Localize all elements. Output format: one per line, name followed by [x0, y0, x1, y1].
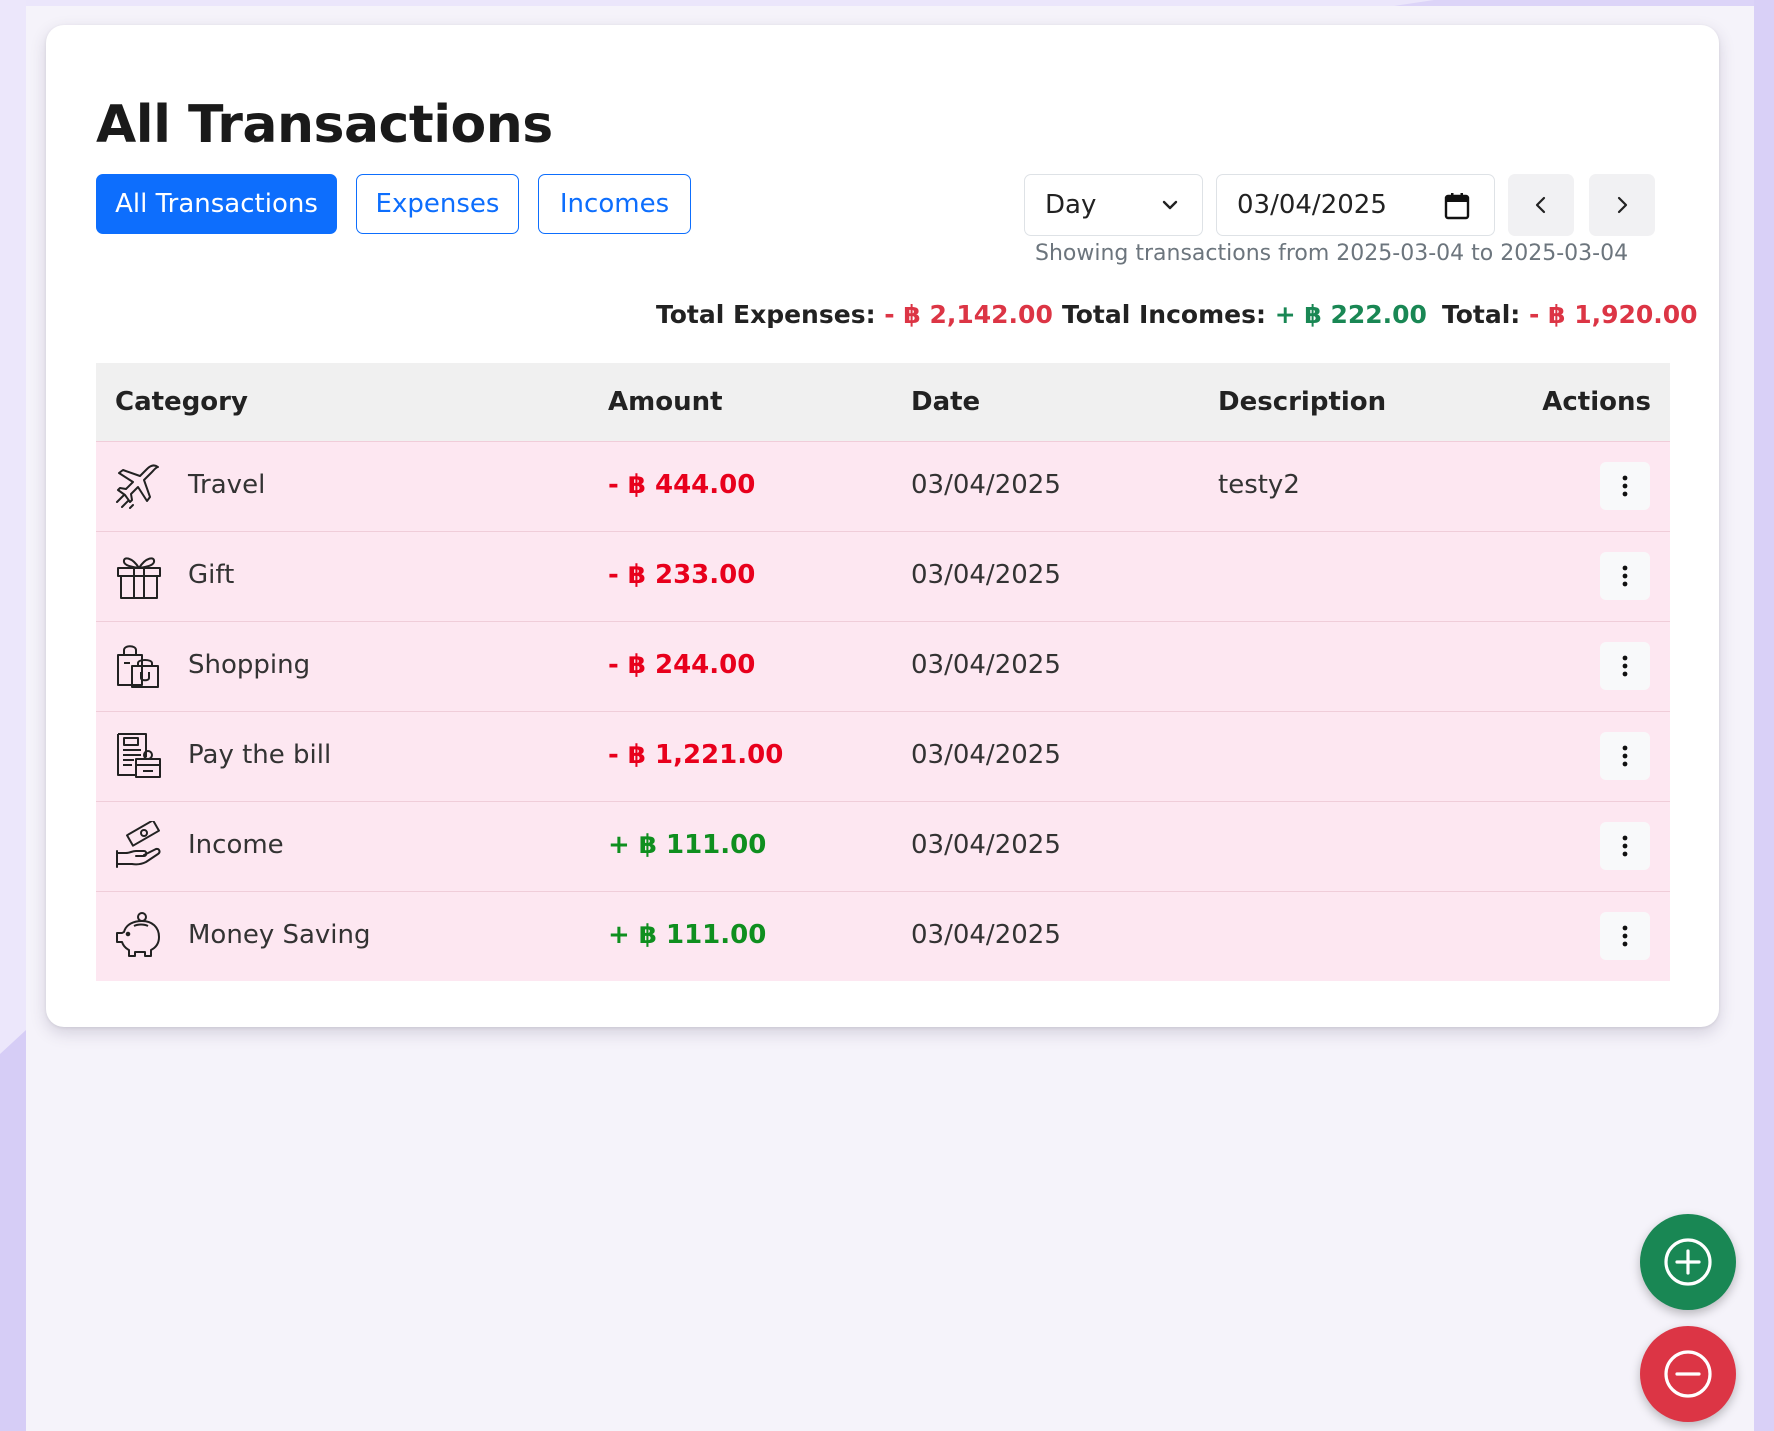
date-value: 03/04/2025	[911, 920, 1061, 950]
chevron-right-icon	[1617, 196, 1628, 214]
category-label: Travel	[188, 470, 266, 500]
background-right-band	[1754, 0, 1774, 1431]
total-expenses-label: Total Expenses:	[656, 300, 876, 329]
date-value: 03/04/2025	[911, 740, 1061, 770]
chevron-down-icon	[1162, 200, 1178, 210]
total-incomes-value: + ฿ 222.00	[1274, 300, 1427, 329]
previous-period-button[interactable]	[1508, 174, 1574, 236]
amount-value: - ฿ 244.00	[608, 650, 756, 680]
column-header-date: Date	[911, 387, 981, 417]
amount-value: - ฿ 444.00	[608, 470, 756, 500]
amount-value: - ฿ 1,221.00	[608, 740, 784, 770]
column-header-actions: Actions	[1542, 387, 1651, 417]
column-header-category: Category	[115, 387, 248, 417]
background-left-lower	[0, 1030, 26, 1431]
filter-expenses-button[interactable]: Expenses	[356, 174, 519, 234]
more-vertical-icon	[1622, 745, 1628, 767]
row-actions-button[interactable]	[1600, 732, 1650, 780]
filter-incomes-button[interactable]: Incomes	[538, 174, 691, 234]
more-vertical-icon	[1622, 565, 1628, 587]
category-label: Money Saving	[188, 920, 371, 950]
table-row[interactable]: Gift - ฿ 233.00 03/04/2025	[96, 531, 1670, 621]
row-actions-button[interactable]	[1600, 642, 1650, 690]
table-row[interactable]: Travel - ฿ 444.00 03/04/2025 testy2	[96, 441, 1670, 531]
amount-value: + ฿ 111.00	[608, 830, 767, 860]
date-value: 03/04/2025	[911, 470, 1061, 500]
total-balance-value: - ฿ 1,920.00	[1529, 300, 1698, 329]
transactions-card: All Transactions All Transactions Expens…	[46, 25, 1719, 1027]
period-select-value: Day	[1045, 190, 1097, 220]
description-value: testy2	[1218, 470, 1300, 500]
column-header-description: Description	[1218, 387, 1387, 417]
date-input-value: 03/04/2025	[1237, 190, 1387, 220]
table-row[interactable]: Pay the bill - ฿ 1,221.00 03/04/2025	[96, 711, 1670, 801]
date-input[interactable]: 03/04/2025	[1216, 174, 1495, 236]
date-value: 03/04/2025	[911, 650, 1061, 680]
piggy-bank-icon	[116, 912, 160, 957]
more-vertical-icon	[1622, 835, 1628, 857]
category-label: Pay the bill	[188, 740, 332, 770]
category-label: Shopping	[188, 650, 311, 680]
next-period-button[interactable]	[1589, 174, 1655, 236]
hand-money-icon	[116, 821, 161, 868]
plus-circle-icon	[1664, 1238, 1712, 1286]
background-corner	[1394, 0, 1774, 6]
total-expenses-value: - ฿ 2,142.00	[884, 300, 1053, 329]
bill-icon	[117, 733, 161, 778]
calendar-icon[interactable]	[1444, 192, 1470, 220]
row-actions-button[interactable]	[1600, 822, 1650, 870]
add-income-button[interactable]	[1640, 1214, 1736, 1310]
row-actions-button[interactable]	[1600, 912, 1650, 960]
date-value: 03/04/2025	[911, 560, 1061, 590]
amount-value: - ฿ 233.00	[608, 560, 756, 590]
gift-icon	[117, 557, 161, 599]
shopping-bags-icon	[117, 645, 159, 688]
total-balance: Total: - ฿ 1,920.00	[1442, 300, 1698, 329]
chevron-left-icon	[1535, 196, 1546, 214]
minus-circle-icon	[1664, 1350, 1712, 1398]
amount-value: + ฿ 111.00	[608, 920, 767, 950]
more-vertical-icon	[1622, 925, 1628, 947]
row-actions-button[interactable]	[1600, 552, 1650, 600]
category-label: Income	[188, 830, 284, 860]
airplane-icon	[116, 464, 159, 509]
page-title: All Transactions	[96, 95, 553, 155]
total-incomes-label: Total Incomes:	[1062, 300, 1266, 329]
filter-all-transactions-button[interactable]: All Transactions	[96, 174, 337, 234]
total-expenses: Total Expenses: - ฿ 2,142.00	[656, 300, 1053, 329]
category-label: Gift	[188, 560, 235, 590]
period-select[interactable]: Day	[1024, 174, 1203, 236]
row-actions-button[interactable]	[1600, 462, 1650, 510]
table-row[interactable]: Shopping - ฿ 244.00 03/04/2025	[96, 621, 1670, 711]
table-header: Category Amount Date Description Actions	[96, 363, 1670, 441]
date-value: 03/04/2025	[911, 830, 1061, 860]
transactions-table: Category Amount Date Description Actions…	[96, 363, 1670, 981]
total-incomes: Total Incomes: + ฿ 222.00	[1062, 300, 1427, 329]
total-balance-label: Total:	[1442, 300, 1521, 329]
more-vertical-icon	[1622, 655, 1628, 677]
add-expense-button[interactable]	[1640, 1326, 1736, 1422]
column-header-amount: Amount	[608, 387, 723, 417]
more-vertical-icon	[1622, 475, 1628, 497]
table-row[interactable]: Income + ฿ 111.00 03/04/2025	[96, 801, 1670, 891]
date-range-text: Showing transactions from 2025-03-04 to …	[1035, 241, 1629, 266]
table-row[interactable]: Money Saving + ฿ 111.00 03/04/2025	[96, 891, 1670, 981]
